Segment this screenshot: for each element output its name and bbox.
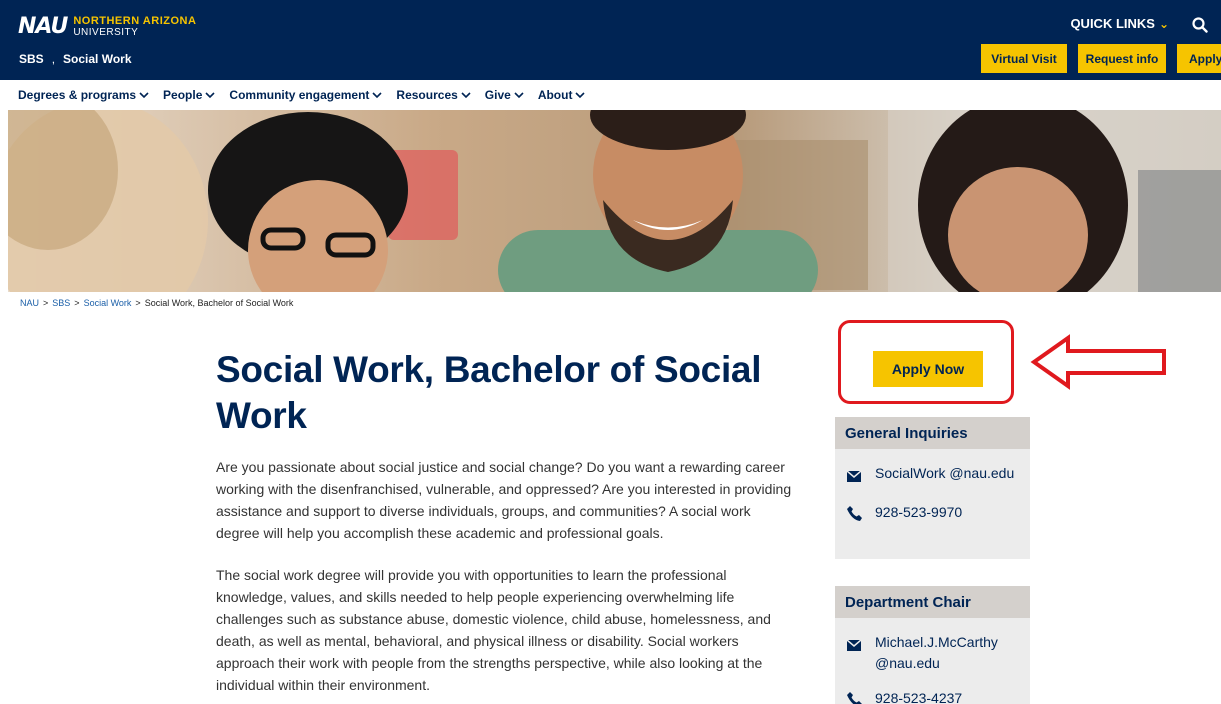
email-row[interactable]: Michael.J.McCarthy @nau.edu bbox=[835, 632, 1030, 674]
description-paragraph: The social work degree will provide you … bbox=[216, 567, 771, 693]
quick-links-label: QUICK LINKS bbox=[1070, 16, 1155, 31]
nav-community-engagement[interactable]: Community engagement bbox=[229, 88, 382, 102]
chevron-down-icon bbox=[514, 91, 524, 98]
breadcrumb-social-work[interactable]: Social Work bbox=[84, 298, 132, 308]
quick-links-menu[interactable]: QUICK LINKS ⌄ bbox=[1070, 16, 1169, 31]
breadcrumb-nau[interactable]: NAU bbox=[20, 298, 39, 308]
general-inquiries-card: General Inquiries SocialWork @nau.edu 92… bbox=[835, 417, 1030, 559]
phone-icon bbox=[847, 502, 875, 527]
envelope-icon bbox=[846, 632, 875, 657]
chevron-down-icon bbox=[372, 91, 382, 98]
nav-label: People bbox=[163, 88, 203, 102]
search-button[interactable] bbox=[1187, 12, 1213, 38]
phone-row[interactable]: 928-523-4237 bbox=[835, 688, 1030, 704]
nav-label: Give bbox=[484, 88, 511, 102]
site-crumb-sbs[interactable]: SBS bbox=[19, 52, 44, 66]
card-heading: General Inquiries bbox=[835, 417, 1030, 449]
email-link[interactable]: Michael.J.McCarthy @nau.edu bbox=[875, 632, 1025, 674]
nau-logo[interactable]: NAU NORTHERN ARIZONA UNIVERSITY bbox=[18, 14, 196, 39]
intro-paragraph: Are you passionate about social justice … bbox=[216, 459, 792, 541]
phone-link[interactable]: 928-523-4237 bbox=[875, 688, 1025, 704]
breadcrumb-separator: > bbox=[135, 298, 141, 308]
chevron-down-icon: ⌄ bbox=[1158, 16, 1169, 31]
nav-resources[interactable]: Resources bbox=[396, 88, 471, 102]
email-row[interactable]: SocialWork @nau.edu bbox=[835, 463, 1030, 488]
breadcrumb-separator: > bbox=[43, 298, 49, 308]
phone-link[interactable]: 928-523-9970 bbox=[875, 502, 1025, 523]
nav-people[interactable]: People bbox=[163, 88, 215, 102]
logo-line-1: NORTHERN ARIZONA bbox=[73, 14, 197, 27]
apply-button[interactable]: Apply bbox=[1177, 44, 1221, 73]
search-icon bbox=[1192, 17, 1208, 33]
chevron-down-icon bbox=[139, 91, 149, 98]
page-title: Social Work, Bachelor of Social Work bbox=[216, 349, 762, 436]
logo-wordmark: NORTHERN ARIZONA UNIVERSITY bbox=[73, 14, 197, 38]
breadcrumb-separator: > bbox=[74, 298, 80, 308]
nav-about[interactable]: About bbox=[538, 88, 586, 102]
card-heading: Department Chair bbox=[835, 586, 1030, 618]
nav-label: About bbox=[537, 88, 573, 102]
logo-mark: NAU bbox=[18, 14, 68, 39]
nav-degrees-programs[interactable]: Degrees & programs bbox=[18, 88, 149, 102]
virtual-visit-button[interactable]: Virtual Visit bbox=[981, 44, 1067, 73]
request-info-button[interactable]: Request info bbox=[1078, 44, 1166, 73]
nav-label: Community engagement bbox=[229, 88, 370, 102]
breadcrumb-sbs[interactable]: SBS bbox=[52, 298, 70, 308]
chevron-down-icon bbox=[575, 91, 586, 98]
main-nav: Degrees & programs People Community enga… bbox=[0, 80, 1221, 110]
chevron-down-icon bbox=[461, 91, 471, 98]
nav-label: Resources bbox=[396, 88, 458, 102]
hero-photo-illustration bbox=[8, 110, 1221, 292]
annotation-arrow-icon bbox=[1030, 334, 1166, 390]
breadcrumb-current: Social Work, Bachelor of Social Work bbox=[144, 298, 294, 308]
site-crumb-separator: , bbox=[51, 52, 56, 66]
nav-give[interactable]: Give bbox=[485, 88, 524, 102]
breadcrumb: NAU > SBS > Social Work > Social Work, B… bbox=[20, 298, 293, 308]
phone-icon bbox=[847, 688, 875, 704]
department-chair-card: Department Chair Michael.J.McCarthy @nau… bbox=[835, 586, 1030, 704]
chevron-down-icon bbox=[205, 91, 215, 98]
site-crumb-social-work[interactable]: Social Work bbox=[63, 52, 131, 66]
logo-line-2: UNIVERSITY bbox=[73, 26, 139, 38]
phone-row[interactable]: 928-523-9970 bbox=[835, 502, 1030, 527]
highlight-annotation-box bbox=[838, 320, 1014, 404]
hero-image bbox=[8, 110, 1221, 292]
site-header: NAU NORTHERN ARIZONA UNIVERSITY SBS , So… bbox=[0, 0, 1221, 80]
email-link[interactable]: SocialWork @nau.edu bbox=[875, 463, 1025, 484]
nav-label: Degrees & programs bbox=[18, 88, 137, 102]
site-breadcrumb: SBS , Social Work bbox=[19, 52, 132, 66]
envelope-icon bbox=[846, 463, 875, 488]
